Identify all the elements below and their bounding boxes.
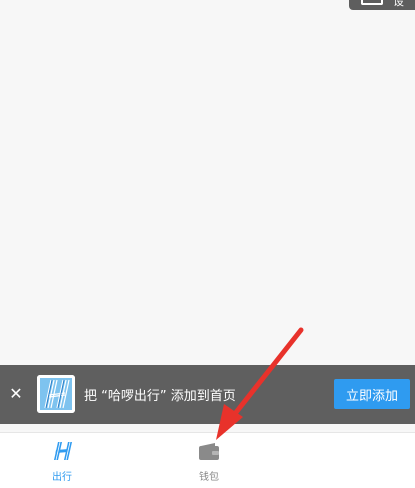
tab-trip-label: 出行: [52, 472, 72, 483]
close-icon[interactable]: ✕: [7, 384, 25, 403]
hello-h-icon: [51, 441, 73, 465]
add-to-home-banner: ✕ 把 “哈啰出行” 添加到首页 立即添加: [0, 365, 415, 424]
top-chip-label: 设: [393, 0, 404, 8]
add-now-button[interactable]: 立即添加: [334, 379, 410, 409]
wallet-icon: [198, 441, 220, 465]
top-right-chip[interactable]: 设: [349, 0, 415, 10]
banner-message: 把 “哈啰出行” 添加到首页: [84, 389, 236, 404]
tab-wallet-label: 钱包: [199, 472, 219, 483]
tab-wallet[interactable]: 钱包: [179, 433, 239, 488]
tab-trip[interactable]: 出行: [32, 433, 92, 488]
menu-icon: [361, 0, 383, 5]
bottom-tab-bar: 出行 钱包: [0, 432, 415, 488]
page-content-area: 设: [0, 0, 415, 365]
hello-logo-icon: [37, 375, 75, 413]
